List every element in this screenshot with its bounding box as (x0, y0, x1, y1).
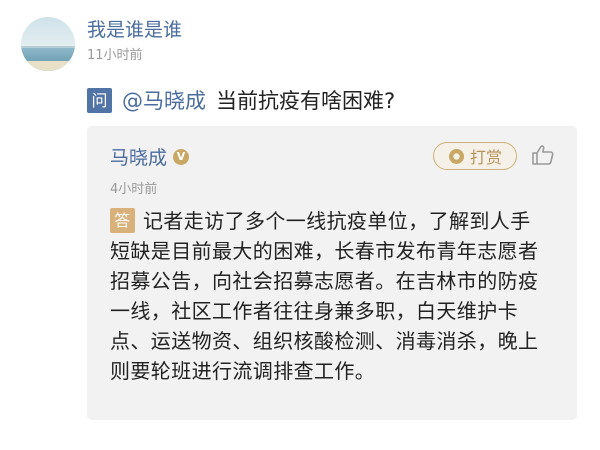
answer-timestamp: 4小时前 (110, 182, 158, 197)
question-row: 问 @马晓成 当前抗疫有啥困难? (87, 87, 395, 113)
answer-card: 马晓成 V 打赏 4小时前 答记者走访了多个一线抗疫单位，了解到人手短缺是目前最… (87, 126, 577, 420)
weibo-qa-post: 我是谁是谁 11小时前 问 @马晓成 当前抗疫有啥困难? 马晓成 V 打赏 4小… (0, 0, 600, 450)
answer-body: 答记者走访了多个一线抗疫单位，了解到人手短缺是目前最大的困难，长春市发布青年志愿… (110, 206, 550, 386)
verified-badge-icon: V (173, 148, 190, 165)
user-avatar[interactable] (21, 17, 75, 71)
responder-row: 马晓成 V (110, 143, 190, 170)
mention-link[interactable]: @马晓成 (122, 85, 206, 115)
tip-label: 打赏 (469, 148, 502, 167)
landscape-avatar-icon (21, 17, 75, 71)
responder-name[interactable]: 马晓成 (110, 143, 167, 170)
post-timestamp: 11小时前 (87, 48, 143, 63)
answer-tag: 答 (110, 208, 135, 233)
tip-button[interactable]: 打赏 (433, 142, 517, 170)
thumbs-up-icon[interactable] (531, 144, 555, 166)
question-tag: 问 (87, 87, 112, 113)
answer-text: 记者走访了多个一线抗疫单位，了解到人手短缺是目前最大的困难，长春市发布青年志愿者… (110, 209, 539, 383)
question-text: 当前抗疫有啥困难? (216, 89, 396, 113)
author-name[interactable]: 我是谁是谁 (87, 18, 182, 42)
tip-coin-icon (448, 148, 464, 164)
